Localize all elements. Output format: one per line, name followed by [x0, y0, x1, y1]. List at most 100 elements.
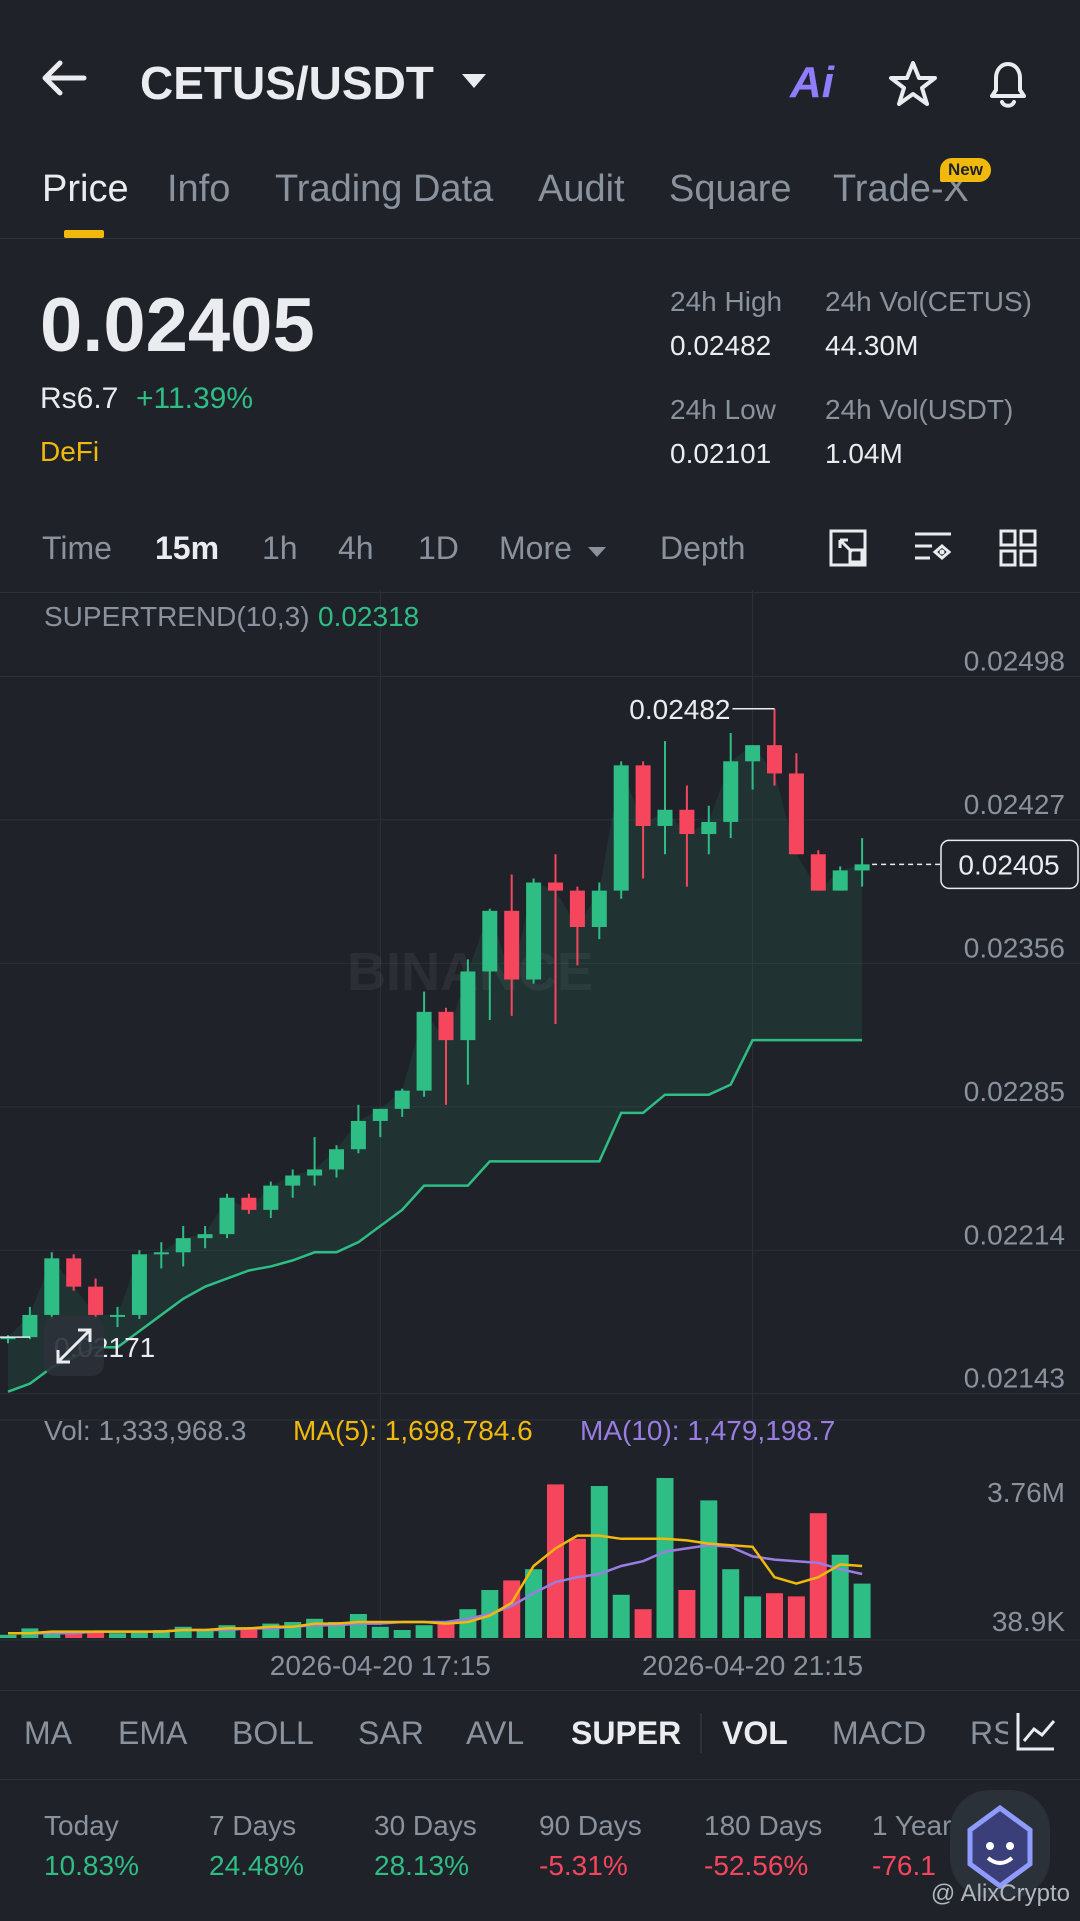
candle-body [22, 1314, 38, 1338]
candle-body [110, 1314, 125, 1317]
stat-value-24h-low: 0.02101 [670, 438, 772, 469]
ai-assistant-button[interactable]: Ai [790, 58, 850, 110]
candle-body [263, 1185, 279, 1210]
candle-body [526, 882, 542, 980]
candle-body [745, 745, 761, 762]
active-tab-indicator [64, 230, 104, 238]
pair-title[interactable]: CETUS/USDT [140, 56, 434, 110]
volume-bar [0, 1634, 17, 1638]
volume-bar [634, 1609, 652, 1638]
bell-icon[interactable] [984, 58, 1032, 115]
perf-value-90d: -5.31% [539, 1850, 628, 1881]
candle-body [307, 1169, 323, 1176]
candle-body [701, 821, 717, 835]
volume-label: Vol: 1,333,968.3 [44, 1415, 246, 1446]
candle [788, 753, 804, 855]
tab-square[interactable]: Square [669, 168, 792, 211]
tab-price[interactable]: Price [42, 168, 129, 211]
candle-body [394, 1090, 410, 1109]
interval-4h[interactable]: 4h [338, 530, 374, 567]
candle [416, 991, 432, 1097]
indicator-ema[interactable]: EMA [118, 1715, 187, 1752]
high-marker-label: 0.02482 [629, 694, 730, 725]
interval-15m[interactable]: 15m [155, 530, 219, 567]
candle-body [613, 765, 629, 891]
star-icon[interactable] [888, 60, 938, 113]
candle-body [329, 1149, 344, 1170]
price-axis-label: 0.02427 [964, 789, 1065, 820]
indicator-ma[interactable]: MA [24, 1715, 72, 1752]
candle-body [44, 1258, 60, 1315]
candle [810, 850, 826, 891]
indicator-sar[interactable]: SAR [358, 1715, 424, 1752]
fullscreen-chart-icon[interactable] [828, 528, 868, 573]
stat-label-24h-vol-quote: 24h Vol(USDT) [825, 394, 1014, 425]
candle-body [591, 890, 607, 927]
volume-bar [547, 1484, 564, 1638]
indicator-macd[interactable]: MACD [832, 1715, 926, 1752]
volume-bar [393, 1630, 411, 1638]
ma5-label: MA(5): 1,698,784.6 [293, 1415, 533, 1446]
volume-bar [284, 1622, 302, 1638]
candle-body [372, 1108, 388, 1121]
price-change-percent: +11.39% [136, 382, 254, 415]
candle [44, 1252, 60, 1319]
volume-bar [590, 1486, 608, 1638]
volume-bar [109, 1633, 126, 1638]
perf-label-today: Today [44, 1810, 119, 1841]
perf-label-1y: 1 Year [872, 1810, 952, 1841]
volume-bar [787, 1596, 805, 1638]
candle-body [832, 870, 848, 891]
volume-bar [568, 1538, 586, 1638]
indicator-super[interactable]: SUPER [571, 1715, 681, 1752]
candle-body [175, 1238, 191, 1253]
perf-value-7d: 24.48% [209, 1850, 304, 1881]
candle-body [88, 1286, 104, 1315]
chevron-down-icon[interactable] [460, 72, 488, 95]
expand-chart-button[interactable] [44, 1316, 104, 1376]
price-axis-label: 0.02214 [964, 1219, 1065, 1250]
candle-body [350, 1120, 366, 1150]
supertrend-label: SUPERTREND(10,3) [44, 601, 310, 632]
stat-label-24h-high: 24h High [670, 286, 783, 317]
tab-trading-data[interactable]: Trading Data [275, 168, 493, 211]
chart-settings-icon[interactable] [912, 528, 954, 573]
header-bar: CETUS/USDT Ai [0, 0, 1080, 150]
indicator-avl[interactable]: AVL [466, 1715, 524, 1752]
indicator-boll[interactable]: BOLL [232, 1715, 314, 1752]
perf-label-180d: 180 Days [704, 1810, 823, 1841]
interval-more[interactable]: More [499, 530, 607, 567]
candle-body [460, 971, 476, 1041]
tab-audit[interactable]: Audit [538, 168, 625, 211]
fiat-price: Rs6.7 [40, 382, 119, 415]
interval-time[interactable]: Time [42, 530, 112, 567]
candle-body [482, 910, 498, 972]
indicator-rsi[interactable]: RSI [970, 1715, 1008, 1752]
indicator-divider [700, 1713, 702, 1753]
price-chart[interactable]: BINANCE 0.024980.024270.023560.022850.02… [0, 590, 1080, 1690]
layout-grid-icon[interactable] [998, 528, 1038, 573]
tab-info[interactable]: Info [167, 168, 230, 211]
volume-bar [371, 1626, 389, 1638]
candle [526, 878, 542, 984]
interval-depth[interactable]: Depth [660, 530, 745, 567]
price-axis-label: 0.02498 [964, 645, 1065, 676]
volume-bar [744, 1596, 762, 1638]
interval-1h[interactable]: 1h [262, 530, 298, 567]
indicator-vol[interactable]: VOL [722, 1715, 788, 1752]
interval-1d[interactable]: 1D [418, 530, 459, 567]
volume-bar [853, 1583, 871, 1638]
volume-bar [174, 1626, 192, 1638]
volume-bar [218, 1625, 236, 1638]
candle-body [285, 1175, 301, 1186]
volume-bar [525, 1569, 543, 1638]
category-tag[interactable]: DeFi [40, 436, 99, 468]
volume-bar [656, 1478, 674, 1638]
candle-body [197, 1234, 213, 1239]
indicator-settings-icon[interactable] [1014, 1709, 1080, 1761]
candle [66, 1254, 82, 1291]
vol-axis-top: 3.76M [987, 1477, 1065, 1508]
back-arrow-icon[interactable] [40, 58, 100, 110]
time-axis-label: 2026-04-20 21:15 [642, 1650, 863, 1681]
candle-body [416, 1011, 432, 1091]
